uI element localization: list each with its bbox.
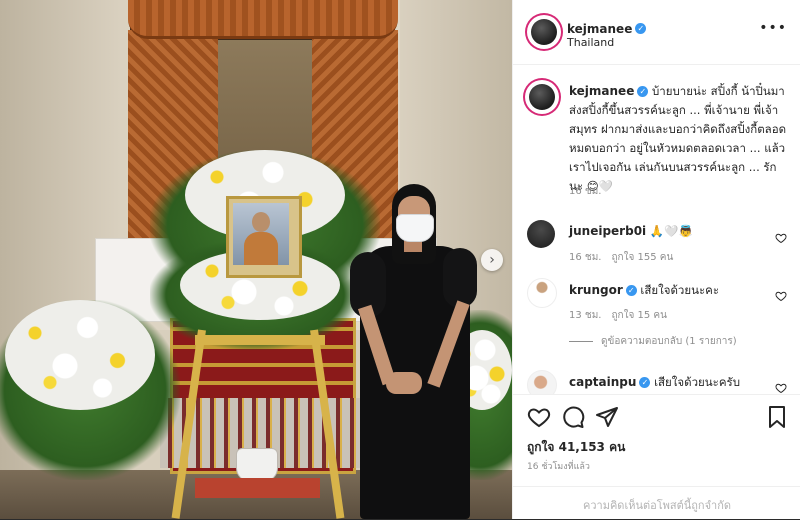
comment-icon[interactable] <box>561 405 585 429</box>
post-photo[interactable]: › <box>0 0 512 519</box>
comment-username[interactable]: captainpu <box>569 375 636 389</box>
comment-text-row: captainpu ✓ เสียใจด้วยนะครับ <box>569 374 740 392</box>
comment-avatar[interactable] <box>527 220 555 248</box>
more-icon[interactable]: ••• <box>759 20 787 36</box>
comment-avatar[interactable] <box>527 370 557 394</box>
view-replies-label: ดูข้อความตอบกลับ (1 รายการ) <box>601 336 737 347</box>
comment-time[interactable]: 16 ชม. <box>569 252 601 263</box>
post-header: kejmanee ✓ Thailand ••• <box>513 0 800 65</box>
author-username[interactable]: kejmanee <box>567 22 632 36</box>
photo-red-mat <box>195 478 320 498</box>
comment-item: krungor ✓ เสียใจด้วยนะคะ 13 ชม. ถูกใจ 15 ค… <box>527 278 789 330</box>
view-replies-link[interactable]: ดูข้อความตอบกลับ (1 รายการ) <box>569 334 737 349</box>
verified-icon: ✓ <box>635 23 647 34</box>
photo-easel-bar <box>195 335 325 345</box>
photo-flowers-left <box>5 300 155 410</box>
likes-count[interactable]: ถูกใจ 41,153 คน <box>527 438 625 457</box>
photo-portrait-robe <box>244 232 278 265</box>
comment-item: juneiperb0i 🙏🤍👼 16 ชม. ถูกใจ 155 คน <box>527 220 789 272</box>
add-comment-bar: ความคิดเห็นต่อโพสต์นี้ถูกจำกัด <box>513 486 800 520</box>
comments-list[interactable]: kejmanee ✓ บ้ายบายน่ะ สปิ้งกี้ น้าปิ๋นมาส… <box>513 64 800 394</box>
author-avatar[interactable] <box>529 17 559 47</box>
heart-icon[interactable] <box>527 405 551 429</box>
verified-icon: ✓ <box>637 86 649 97</box>
caption-time[interactable]: 16 ชม. <box>569 184 601 199</box>
post-actions: ถูกใจ 41,153 คน 16 ชั่วโมงที่แล้ว <box>513 394 800 487</box>
post-time[interactable]: 16 ชั่วโมงที่แล้ว <box>527 459 590 473</box>
photo-woman-mask <box>396 214 434 242</box>
heart-icon[interactable] <box>775 290 787 302</box>
heart-icon[interactable] <box>775 382 787 394</box>
comment-text: 🙏🤍👼 <box>649 224 693 238</box>
photo-woman-hands <box>386 372 422 394</box>
verified-icon: ✓ <box>639 377 651 388</box>
comment-username[interactable]: juneiperb0i <box>569 224 646 238</box>
comment-likes[interactable]: ถูกใจ 15 คน <box>611 310 666 321</box>
verified-icon: ✓ <box>625 285 637 296</box>
comment-text-row: juneiperb0i 🙏🤍👼 <box>569 224 693 238</box>
caption-avatar[interactable] <box>527 82 557 112</box>
comment-text: เสียใจด้วยนะคะ <box>640 283 720 297</box>
comment-item: captainpu ✓ เสียใจด้วยนะครับ <box>527 370 789 394</box>
post-location[interactable]: Thailand <box>567 36 614 49</box>
bookmark-icon[interactable] <box>765 405 789 429</box>
author-name-row: kejmanee ✓ <box>567 18 647 37</box>
instagram-post-modal: › kejmanee ✓ Thailand ••• kejmanee ✓ บ้ายบ… <box>0 0 800 519</box>
comment-text: เสียใจด้วยนะครับ <box>654 375 741 389</box>
comment-meta: 13 ชม. ถูกใจ 15 คน <box>569 308 677 323</box>
comment-meta: 16 ชม. ถูกใจ 155 คน <box>569 250 683 265</box>
share-icon[interactable] <box>595 405 619 429</box>
caption-text: kejmanee ✓ บ้ายบายน่ะ สปิ้งกี้ น้าปิ๋นมาส… <box>569 82 787 196</box>
comment-likes[interactable]: ถูกใจ 155 คน <box>611 252 673 263</box>
comments-limited-notice: ความคิดเห็นต่อโพสต์นี้ถูกจำกัด <box>582 499 732 512</box>
heart-icon[interactable] <box>775 232 787 244</box>
photo-valance <box>128 0 398 39</box>
photo-portrait-head <box>252 212 270 232</box>
next-arrow-icon[interactable]: › <box>481 249 503 271</box>
replies-line <box>569 340 593 342</box>
photo-incense-bowl <box>236 448 278 482</box>
caption-username[interactable]: kejmanee <box>569 84 634 98</box>
photo-woman-sleeve-right <box>443 248 477 308</box>
comment-username[interactable]: krungor <box>569 283 623 297</box>
comment-time[interactable]: 13 ชม. <box>569 310 601 321</box>
post-side-panel: kejmanee ✓ Thailand ••• kejmanee ✓ บ้ายบาย… <box>512 0 800 519</box>
caption-body: บ้ายบายน่ะ สปิ้งกี้ น้าปิ๋นมาส่งสปิ้งกี้… <box>569 84 787 193</box>
comment-text-row: krungor ✓ เสียใจด้วยนะคะ <box>569 282 719 300</box>
comment-avatar[interactable] <box>527 278 557 308</box>
